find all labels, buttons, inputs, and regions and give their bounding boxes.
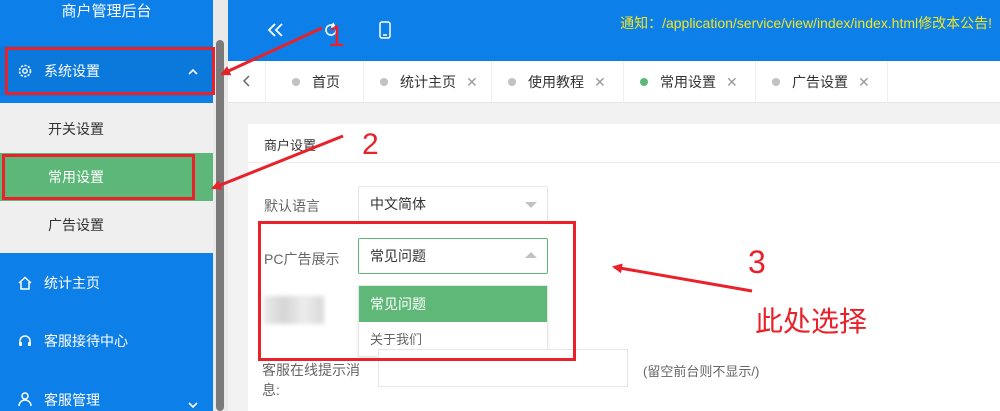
tab-tutorial[interactable]: 使用教程 ✕	[492, 61, 624, 103]
tab-status-dot	[640, 78, 648, 86]
tab-status-dot	[292, 78, 300, 86]
collapse-sidebar-icon[interactable]	[264, 18, 288, 42]
sidebar-item-label: 客服接待中心	[44, 333, 128, 349]
notice-banner: 通知：/application/service/view/index/index…	[620, 15, 992, 31]
sidebar-item-cs-center[interactable]: 客服接待中心	[0, 316, 213, 366]
sidebar-item-cs-manage[interactable]: 客服管理	[0, 374, 213, 411]
tab-status-dot	[772, 78, 780, 86]
brand-title: 商户管理后台	[61, 3, 152, 20]
tab-label: 首页	[312, 74, 340, 90]
language-label: 默认语言	[264, 198, 320, 214]
tab-scroll-left[interactable]	[228, 61, 266, 103]
sidebar-item-stats-home[interactable]: 统计主页	[0, 258, 213, 308]
submenu-item-switch-settings[interactable]: 开关设置	[0, 105, 213, 153]
mobile-icon[interactable]	[373, 18, 397, 42]
tab-label: 使用教程	[528, 74, 584, 90]
language-select[interactable]: 中文简体	[358, 186, 548, 222]
tab-home[interactable]: 首页	[276, 61, 364, 103]
submenu-item-ad-settings[interactable]: 广告设置	[0, 201, 213, 249]
annotation-step-2: 2	[362, 128, 379, 161]
sidebar-item-label: 统计主页	[44, 275, 100, 291]
cs-message-hint: (留空前台则不显示/)	[643, 364, 760, 379]
tab-bar: 首页 统计主页 ✕ 使用教程 ✕ 常用设置 ✕ 广告设置 ✕	[228, 61, 1000, 103]
tab-label: 常用设置	[660, 74, 716, 90]
chevron-left-icon	[242, 74, 252, 91]
tab-status-dot	[508, 78, 516, 86]
cs-message-label: 客服在线提示消息:	[262, 362, 360, 398]
tab-common-settings[interactable]: 常用设置 ✕	[624, 61, 756, 103]
tab-stats-home[interactable]: 统计主页 ✕	[364, 61, 492, 103]
headset-icon	[16, 332, 34, 350]
tab-ad-settings[interactable]: 广告设置 ✕	[756, 61, 888, 103]
tab-label: 广告设置	[792, 74, 848, 90]
annotation-box-1	[5, 47, 215, 95]
select-value: 中文简体	[370, 196, 426, 212]
divider	[248, 162, 1000, 163]
annotation-box-3	[258, 221, 576, 361]
annotation-step-1: 1	[328, 20, 345, 53]
user-icon	[16, 390, 34, 408]
annotation-step-3: 3	[748, 244, 766, 280]
close-icon[interactable]: ✕	[466, 74, 478, 91]
home-icon	[16, 274, 34, 292]
card-title: 商户设置	[264, 138, 317, 153]
tab-label: 统计主页	[400, 74, 456, 90]
annotation-box-2	[2, 154, 195, 200]
close-icon[interactable]: ✕	[726, 74, 738, 91]
annotation-note: 此处选择	[755, 306, 868, 337]
chevron-down-icon	[187, 398, 199, 410]
sidebar-scrollbar-thumb[interactable]	[216, 40, 224, 411]
close-icon[interactable]: ✕	[594, 74, 606, 91]
sidebar-item-label: 客服管理	[44, 392, 100, 408]
caret-down-icon	[525, 202, 537, 208]
tab-status-dot	[380, 78, 388, 86]
close-icon[interactable]: ✕	[858, 74, 870, 91]
